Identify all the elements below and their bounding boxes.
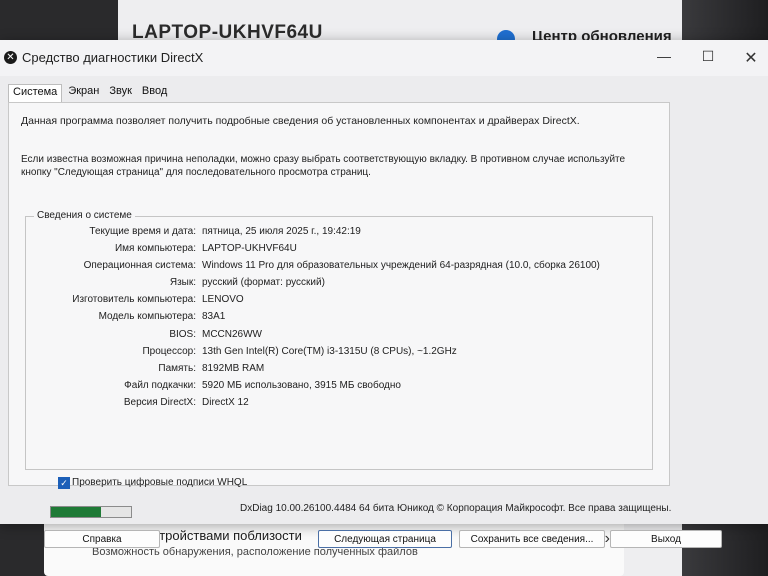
progress-bar-fill [51, 507, 101, 517]
system-info-group: Сведения о системе Текущие время и дата:… [25, 210, 653, 470]
whql-checkbox-label[interactable]: Проверить цифровые подписи WHQL [72, 477, 247, 488]
tab-system[interactable]: Система [8, 84, 63, 102]
info-value: 5920 МБ использовано, 3915 МБ свободно [202, 380, 401, 391]
hint-text: Если известна возможная причина неполадк… [21, 154, 626, 178]
info-value: 13th Gen Intel(R) Core(TM) i3-1315U (8 C… [202, 346, 457, 357]
info-label: Имя компьютера: [114, 243, 196, 254]
close-button[interactable]: ✕ [741, 48, 761, 68]
info-label: Файл подкачки: [124, 380, 196, 391]
info-value: пятница, 25 июля 2025 г., 19:42:19 [202, 226, 361, 237]
maximize-button[interactable]: ☐ [698, 48, 718, 65]
info-label: BIOS: [169, 329, 196, 340]
info-label: Модель компьютера: [98, 311, 196, 322]
directx-app-icon: ✕ [4, 51, 17, 64]
tab-content-panel: Данная программа позволяет получить подр… [8, 102, 670, 486]
tab-input[interactable]: Ввод [138, 84, 171, 102]
info-value: DirectX 12 [202, 397, 249, 408]
info-label: Текущие время и дата: [89, 226, 196, 237]
info-value: Windows 11 Pro для образовательных учреж… [202, 260, 600, 271]
tab-display[interactable]: Экран [64, 84, 103, 102]
info-value: 83A1 [202, 311, 226, 322]
version-copyright-text: DxDiag 10.00.26100.4484 64 бита Юникод ©… [240, 503, 672, 514]
exit-button[interactable]: Выход [610, 530, 722, 548]
info-label: Изготовитель компьютера: [72, 294, 196, 305]
dxdiag-window: ✕ Средство диагностики DirectX — ☐ ✕ Сис… [0, 40, 768, 548]
info-label: Операционная система: [83, 260, 196, 271]
info-value: LENOVO [202, 294, 244, 305]
info-value: 8192MB RAM [202, 363, 265, 374]
system-info-legend: Сведения о системе [34, 210, 135, 221]
info-label: Процессор: [142, 346, 196, 357]
info-value: русский (формат: русский) [202, 277, 325, 288]
info-value: LAPTOP-UKHVF64U [202, 243, 297, 254]
info-label: Версия DirectX: [123, 397, 196, 408]
info-label: Память: [158, 363, 196, 374]
intro-text: Данная программа позволяет получить подр… [21, 115, 580, 127]
minimize-button[interactable]: — [654, 48, 674, 64]
info-label: Язык: [169, 277, 196, 288]
tab-sound[interactable]: Звук [105, 84, 136, 102]
tab-strip: Система Экран Звук Ввод [8, 84, 173, 102]
progress-bar [50, 506, 132, 518]
save-all-info-button[interactable]: Сохранить все сведения... [459, 530, 605, 548]
help-button[interactable]: Справка [44, 530, 160, 548]
window-title: Средство диагностики DirectX [22, 50, 204, 65]
info-value: MCCN26WW [202, 329, 262, 340]
whql-checkbox[interactable]: ✓ [58, 477, 70, 489]
next-page-button[interactable]: Следующая страница [318, 530, 452, 548]
title-bar[interactable]: ✕ Средство диагностики DirectX — ☐ ✕ [0, 40, 768, 76]
